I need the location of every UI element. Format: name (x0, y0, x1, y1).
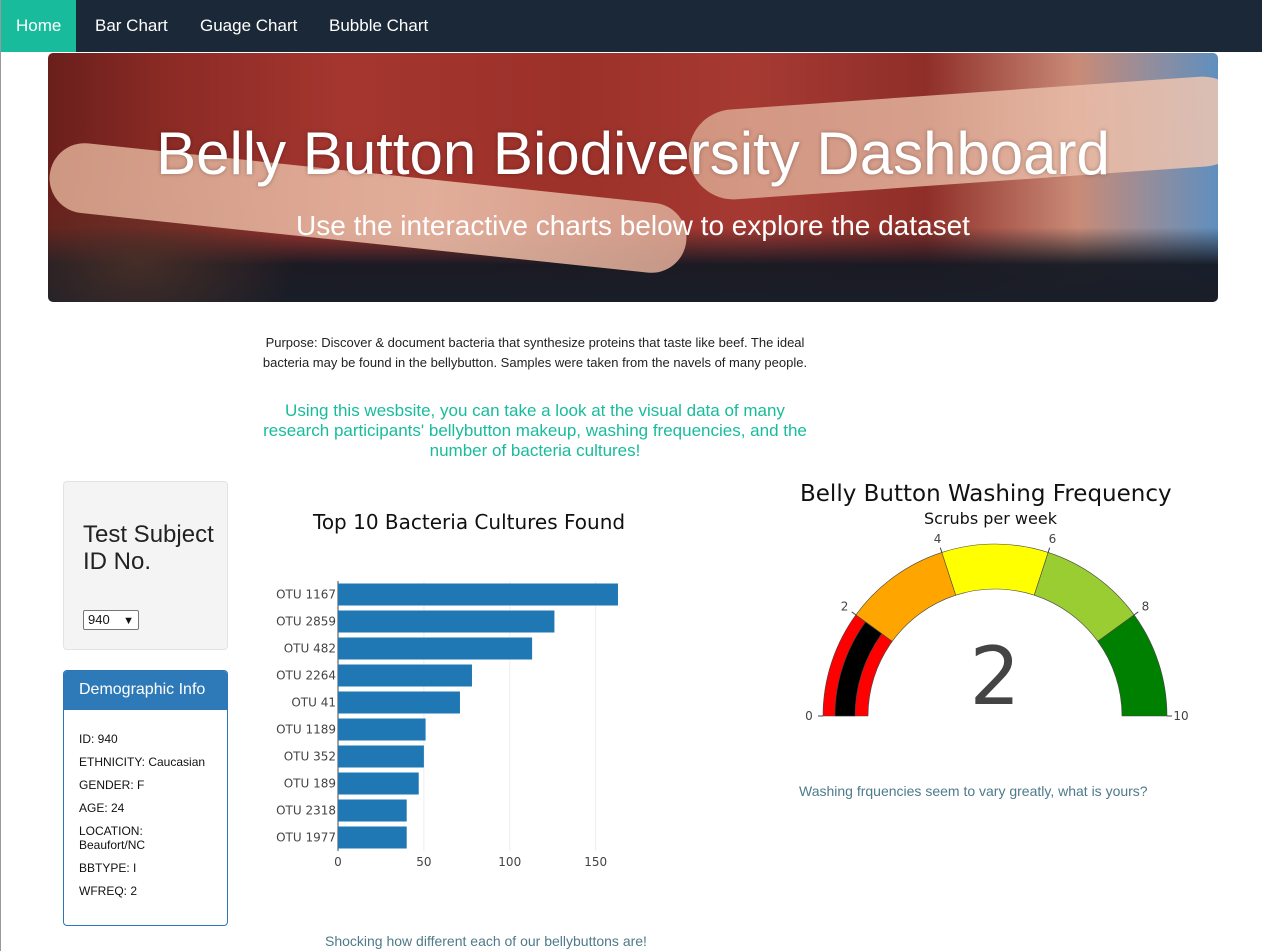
demo-location: LOCATION: Beaufort/NC (79, 824, 146, 852)
x-tick-label: 50 (416, 855, 431, 869)
gauge-tick-label: 8 (1142, 600, 1150, 614)
page-title: Belly Button Biodiversity Dashboard (156, 120, 1110, 187)
bar-chart-title: Top 10 Bacteria Cultures Found (313, 510, 626, 534)
y-tick-label: OTU 2318 (276, 804, 336, 818)
bar (338, 610, 555, 633)
demo-wfreq: WFREQ: 2 (79, 884, 138, 898)
gauge-tick-label: 4 (934, 532, 942, 546)
nav-home[interactable]: Home (1, 0, 77, 52)
y-tick-label: OTU 2264 (276, 669, 336, 683)
bar (338, 826, 407, 849)
demo-bbtype: BBTYPE: I (79, 861, 137, 875)
gauge-value-label: 2 (970, 630, 1021, 723)
subject-selector-well: Test Subject ID No. 940 ▼ (63, 481, 228, 650)
y-tick-label: OTU 482 (284, 642, 336, 656)
gauge-chart-title: Belly Button Washing Frequency (800, 481, 1172, 507)
gauge-step (941, 543, 1049, 596)
selected-subject-id: 940 (88, 612, 110, 627)
y-tick-label: OTU 352 (284, 750, 336, 764)
gauge-tick-label: 10 (1173, 709, 1188, 723)
y-tick-label: OTU 1189 (276, 723, 336, 737)
gauge-tick-label: 6 (1049, 532, 1057, 546)
gauge-chart-subtitle: Scrubs per week (924, 509, 1057, 528)
gauge-tick (1047, 547, 1051, 553)
y-tick-label: OTU 1977 (276, 831, 336, 845)
bar (338, 691, 460, 714)
gauge-chart-note: Washing frquencies seem to vary greatly,… (799, 783, 1148, 799)
demo-ethnicity: ETHNICITY: Caucasian (79, 755, 206, 769)
x-tick-label: 100 (498, 855, 521, 869)
gauge-tick (1133, 611, 1139, 616)
demographic-body: ID: 940 ETHNICITY: Caucasian GENDER: F A… (64, 710, 227, 898)
demo-id: ID: 940 (79, 732, 118, 746)
x-tick-label: 0 (334, 855, 342, 869)
y-tick-label: OTU 1167 (276, 588, 336, 602)
y-tick-label: OTU 41 (291, 696, 336, 710)
nav-bubble-chart[interactable]: Bubble Chart (329, 0, 428, 52)
gauge-tick (851, 611, 857, 616)
bar (338, 583, 618, 606)
bar (338, 772, 419, 795)
bar (338, 745, 424, 768)
chevron-down-icon: ▼ (123, 615, 134, 627)
page-subtitle: Use the interactive charts below to expl… (296, 210, 970, 241)
bar-chart-note: Shocking how different each of our belly… (325, 933, 647, 949)
gauge-chart[interactable]: 0 2 4 6 8 10 2 (801, 530, 1201, 730)
purpose-text: Purpose: Discover & document bacteria th… (262, 335, 808, 370)
y-tick-label: OTU 2859 (276, 615, 336, 629)
bar (338, 799, 407, 822)
y-tick-label: OTU 189 (284, 777, 336, 791)
bar (338, 664, 472, 687)
bar (338, 718, 426, 741)
intro-text: Using this wesbsite, you can take a look… (263, 401, 807, 460)
selector-title: Test Subject ID No. (83, 521, 214, 575)
demographic-heading: Demographic Info (64, 671, 227, 710)
gauge-tick-label: 2 (841, 600, 849, 614)
x-tick-label: 150 (584, 855, 607, 869)
subject-id-select[interactable]: 940 ▼ (83, 610, 139, 630)
bar (338, 637, 533, 660)
demo-gender: GENDER: F (79, 778, 145, 792)
nav-bar-chart[interactable]: Bar Chart (95, 0, 168, 52)
demographic-panel: Demographic Info ID: 940 ETHNICITY: Cauc… (63, 670, 228, 926)
demo-age: AGE: 24 (79, 801, 125, 815)
hero-banner: Belly Button Biodiversity Dashboard Use … (48, 53, 1218, 302)
bar-chart[interactable]: 0 50 100 150 OTU 1167 OTU 2859 OTU 482 OTU 2264… (263, 575, 643, 875)
navbar: Home Bar Chart Guage Chart Bubble Chart (1, 0, 1262, 52)
gauge-tick-label: 0 (805, 709, 813, 723)
gauge-tick (939, 547, 943, 553)
nav-gauge-chart[interactable]: Guage Chart (200, 0, 297, 52)
